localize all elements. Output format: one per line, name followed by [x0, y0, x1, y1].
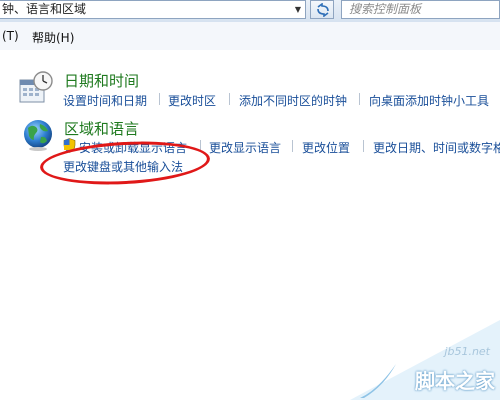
refresh-button[interactable]: [310, 0, 334, 19]
link-separator: [359, 93, 360, 105]
link-separator: [229, 93, 230, 105]
search-input[interactable]: 搜索控制面板: [341, 0, 500, 19]
link-change-display-language[interactable]: 更改显示语言: [209, 139, 281, 156]
menu-item-help[interactable]: 帮助(H): [32, 29, 74, 46]
breadcrumb[interactable]: 钟、语言和区域 ▼: [0, 0, 306, 19]
link-change-location[interactable]: 更改位置: [302, 139, 350, 156]
address-bar: 钟、语言和区域 ▼ 搜索控制面板: [0, 0, 500, 23]
watermark-brand: 脚本之家: [415, 369, 495, 393]
calendar-clock-icon[interactable]: [18, 70, 54, 104]
category-title-date-time[interactable]: 日期和时间: [64, 70, 139, 91]
watermark: jb51.net 脚本之家: [350, 320, 500, 400]
link-change-date-format[interactable]: 更改日期、时间或数字格式: [373, 139, 500, 156]
link-separator: [363, 140, 364, 152]
category-title-region-language[interactable]: 区域和语言: [64, 118, 139, 139]
watermark-swoosh-icon: [360, 364, 396, 398]
menu-bar: (T) 帮助(H): [0, 22, 500, 51]
link-set-time-date[interactable]: 设置时间和日期: [63, 92, 147, 109]
link-add-clocks[interactable]: 添加不同时区的时钟: [239, 92, 347, 109]
link-separator: [292, 140, 293, 152]
breadcrumb-text: 钟、语言和区域: [2, 2, 87, 16]
link-separator: [159, 93, 160, 105]
menu-item-tools[interactable]: (T): [2, 29, 19, 43]
globe-icon[interactable]: [22, 118, 56, 152]
link-change-timezone[interactable]: 更改时区: [168, 92, 216, 109]
watermark-url: jb51.net: [444, 345, 490, 358]
link-add-clock-gadget[interactable]: 向桌面添加时钟小工具: [369, 92, 489, 109]
refresh-icon: [317, 3, 329, 17]
chevron-down-icon[interactable]: ▼: [291, 1, 305, 18]
